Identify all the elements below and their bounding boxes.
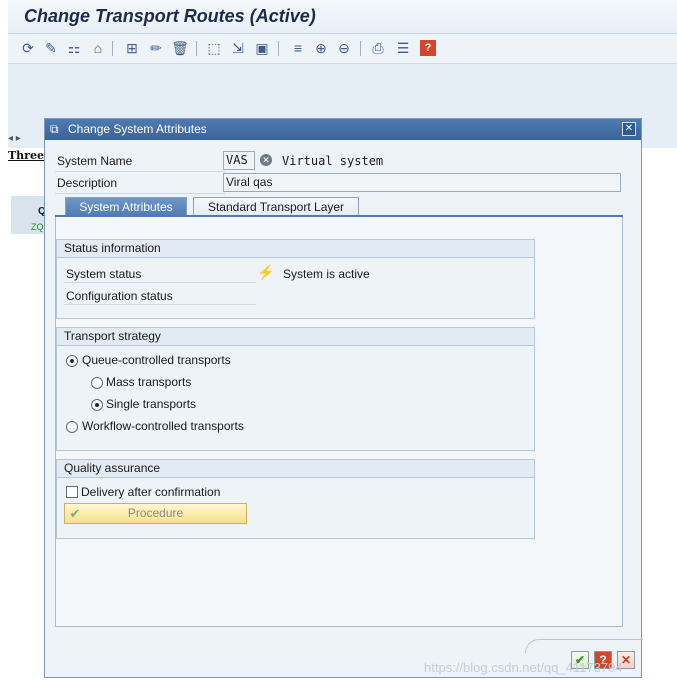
mass-transports-label[interactable]: Mass transports (106, 375, 191, 389)
label-underline (55, 193, 225, 194)
list-icon[interactable]: ☰ (395, 40, 411, 56)
change-system-attributes-dialog: ⧉ Change System Attributes ✕ System Name… (44, 118, 643, 678)
single-transports-label[interactable]: Single transports (106, 397, 196, 411)
package-icon[interactable]: ▣ (254, 40, 270, 56)
tab-panel: Status information System status ⚡ Syste… (55, 217, 623, 627)
description-label: Description (57, 176, 118, 190)
queue-controlled-label[interactable]: Queue-controlled transports (82, 353, 231, 367)
system-node-code: ZQ (31, 222, 44, 232)
workflow-controlled-radio[interactable] (66, 421, 78, 433)
scroll-arrows[interactable]: ◂ ▸ (8, 133, 46, 149)
procedure-icon: ✔ (69, 506, 81, 521)
status-information-group: Status information System status ⚡ Syste… (56, 239, 535, 319)
delete-icon[interactable]: 🗑 (171, 40, 189, 56)
group-title: Transport strategy (57, 328, 534, 346)
application-toolbar: ⟳ ✎ ⚏ ⌂ ⊞ ✏ 🗑 ⬚ ⇲ ▣ ≡ ⊕ ⊖ ⎙ ☰ ? (8, 34, 677, 64)
zoom-in-icon[interactable]: ⊕ (313, 40, 329, 56)
system-name-field[interactable]: VAS (223, 151, 255, 170)
system-status-value: System is active (283, 267, 370, 281)
single-transports-radio[interactable] (91, 399, 103, 411)
delivery-after-confirmation-checkbox[interactable] (66, 486, 78, 498)
main-title-bar: Change Transport Routes (Active) (8, 0, 677, 34)
group-title: Quality assurance (57, 460, 534, 478)
description-field[interactable]: Viral qas (223, 173, 621, 192)
transport-layer-icon[interactable]: ⌂ (90, 40, 106, 56)
label-underline (64, 304, 256, 305)
edit-window-icon: ⧉ (50, 122, 59, 136)
queue-controlled-radio[interactable] (66, 355, 78, 367)
system-node[interactable]: Q ZQ (11, 196, 46, 234)
help-icon[interactable]: ? (420, 40, 436, 56)
delivery-after-confirmation-label[interactable]: Delivery after confirmation (81, 485, 220, 499)
align-icon[interactable]: ≡ (290, 40, 306, 56)
refresh-icon[interactable]: ⟳ (20, 40, 36, 56)
label-underline (55, 171, 225, 172)
hierarchy-icon[interactable]: ⚏ (66, 40, 82, 56)
zoom-out-icon[interactable]: ⊖ (336, 40, 352, 56)
procedure-label: Procedure (127, 506, 184, 520)
quality-assurance-group: Quality assurance Delivery after confirm… (56, 459, 535, 539)
close-icon[interactable]: ✕ (622, 122, 636, 136)
magic-wand-icon: ⚡ (257, 264, 275, 280)
config-status-label: Configuration status (66, 289, 173, 303)
background-link[interactable]: Three (8, 149, 44, 162)
watermark: https://blog.csdn.net/qq_41173794 (424, 660, 623, 675)
tab-system-attributes[interactable]: System Attributes (65, 197, 187, 217)
system-type-text: Virtual system (282, 154, 384, 168)
procedure-button[interactable]: ✔ Procedure (64, 503, 247, 524)
edit-icon[interactable]: ✏ (148, 40, 164, 56)
tab-standard-transport-layer[interactable]: Standard Transport Layer (193, 197, 359, 217)
clear-icon[interactable]: ✕ (260, 154, 272, 166)
print-icon[interactable]: ⎙ (370, 40, 386, 56)
move-icon[interactable]: ⇲ (230, 40, 246, 56)
dialog-title: Change System Attributes (68, 122, 207, 136)
page-title: Change Transport Routes (Active) (24, 6, 316, 26)
add-system-icon[interactable]: ⊞ (124, 40, 140, 56)
system-name-label: System Name (57, 154, 133, 168)
group-title: Status information (57, 240, 534, 258)
label-underline (64, 282, 256, 283)
select-area-icon[interactable]: ⬚ (206, 40, 222, 56)
workflow-controlled-label[interactable]: Workflow-controlled transports (82, 419, 244, 433)
dialog-header[interactable]: ⧉ Change System Attributes ✕ (45, 119, 641, 140)
glasses-icon[interactable]: ✎ (43, 40, 59, 56)
system-status-label: System status (66, 267, 142, 281)
mass-transports-radio[interactable] (91, 377, 103, 389)
transport-strategy-group: Transport strategy Queue-controlled tran… (56, 327, 535, 451)
